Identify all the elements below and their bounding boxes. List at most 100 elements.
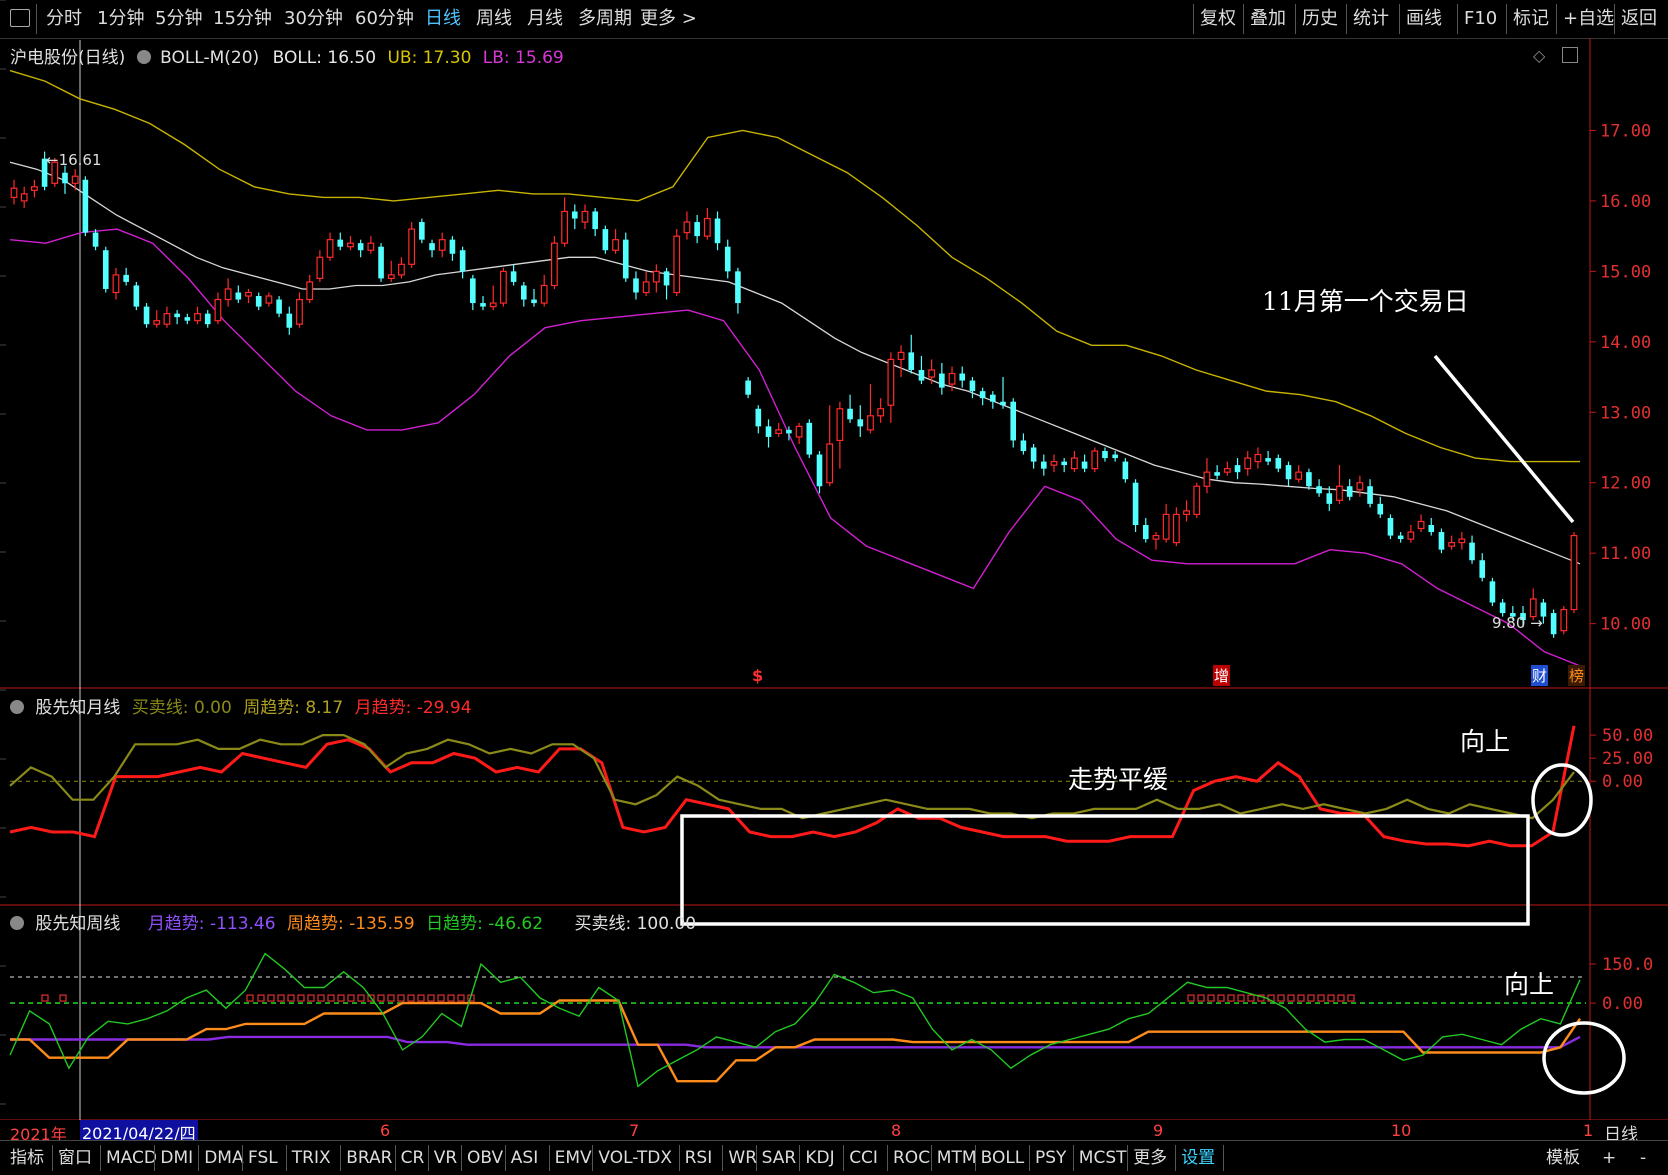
candle[interactable]: [214, 292, 222, 325]
event-marker-bang[interactable]: 榜: [1568, 665, 1586, 686]
candle[interactable]: [92, 229, 99, 251]
candle[interactable]: [939, 362, 945, 395]
candle[interactable]: [581, 204, 589, 230]
diamond-icon[interactable]: ◇: [1533, 46, 1545, 65]
candle[interactable]: [102, 246, 109, 293]
candle[interactable]: [1070, 451, 1078, 473]
settings-gear-icon[interactable]: [10, 700, 24, 714]
indicator-tab-9[interactable]: VR: [434, 1144, 457, 1172]
candle[interactable]: [979, 387, 986, 406]
candle[interactable]: [1356, 475, 1364, 497]
candle[interactable]: [387, 260, 395, 282]
candle[interactable]: [1407, 525, 1415, 543]
candle[interactable]: [1020, 433, 1027, 455]
candle[interactable]: [510, 264, 517, 286]
indicator-tab-12[interactable]: EMV: [555, 1144, 592, 1172]
candle[interactable]: [1336, 465, 1343, 504]
candle[interactable]: [1203, 458, 1211, 494]
candle[interactable]: [673, 229, 681, 297]
candle[interactable]: [877, 398, 885, 423]
indicator-tab-3[interactable]: DMI: [160, 1144, 193, 1172]
candle[interactable]: [30, 179, 38, 198]
candle[interactable]: [521, 281, 527, 307]
candle[interactable]: [306, 274, 314, 304]
candle[interactable]: [826, 405, 834, 487]
candle[interactable]: [755, 405, 762, 434]
candle[interactable]: [408, 222, 416, 268]
candle[interactable]: [765, 419, 772, 448]
candle[interactable]: [347, 236, 354, 251]
panel2-name[interactable]: 股先知月线: [35, 698, 120, 718]
indicator-tab-22[interactable]: PSY: [1035, 1144, 1066, 1172]
candle[interactable]: [1570, 532, 1578, 614]
candle[interactable]: [602, 225, 609, 254]
candle[interactable]: [224, 278, 232, 307]
candle[interactable]: [1469, 535, 1475, 564]
candle[interactable]: [959, 366, 966, 388]
candle[interactable]: [1041, 454, 1047, 476]
candle[interactable]: [652, 264, 660, 293]
candle[interactable]: [1081, 454, 1088, 473]
candle[interactable]: [470, 274, 476, 311]
indicator-tab-4[interactable]: DMA: [204, 1144, 243, 1172]
candle[interactable]: [1458, 532, 1466, 550]
candle[interactable]: [398, 257, 405, 279]
candle[interactable]: [1448, 535, 1456, 550]
indicator-tab-2[interactable]: MACD: [106, 1144, 157, 1172]
indicator-tab-14[interactable]: RSI: [685, 1144, 713, 1172]
candle[interactable]: [276, 296, 282, 318]
indicator-tab-5[interactable]: FSL: [248, 1144, 278, 1172]
indicator-tab-20[interactable]: MTM: [937, 1144, 977, 1172]
candle[interactable]: [235, 285, 242, 304]
candle[interactable]: [1479, 553, 1486, 582]
candle[interactable]: [806, 419, 813, 459]
candle[interactable]: [459, 246, 466, 279]
candle[interactable]: [286, 306, 293, 335]
template-control-1[interactable]: +: [1602, 1144, 1616, 1172]
candle[interactable]: [561, 197, 568, 247]
candle[interactable]: [1244, 451, 1252, 476]
candle[interactable]: [133, 281, 140, 311]
candle[interactable]: [82, 176, 89, 237]
indicator-tab-25[interactable]: 设置: [1181, 1144, 1215, 1172]
indicator-tab-17[interactable]: KDJ: [805, 1144, 834, 1172]
candle[interactable]: [1438, 528, 1445, 554]
candle[interactable]: [1142, 517, 1149, 543]
candle[interactable]: [245, 288, 252, 304]
indicator-dropdown-icon[interactable]: [136, 50, 151, 64]
candle[interactable]: [1223, 461, 1231, 476]
candle[interactable]: [255, 292, 262, 311]
candle[interactable]: [1295, 465, 1303, 483]
candle[interactable]: [622, 232, 629, 282]
candle[interactable]: [1387, 514, 1394, 540]
candle[interactable]: [745, 377, 751, 399]
candle[interactable]: [1489, 577, 1496, 607]
event-marker-cai[interactable]: 财: [1531, 665, 1549, 686]
event-marker-dollar[interactable]: $: [752, 666, 763, 685]
candle[interactable]: [1550, 609, 1557, 638]
candle[interactable]: [887, 352, 895, 423]
event-marker-zeng[interactable]: 增: [1213, 665, 1231, 686]
candle[interactable]: [1346, 479, 1353, 501]
candle[interactable]: [296, 292, 303, 328]
candle[interactable]: [265, 292, 273, 307]
indicator-tab-24[interactable]: 更多: [1133, 1144, 1167, 1172]
candle[interactable]: [918, 355, 925, 385]
candle[interactable]: [571, 204, 578, 230]
candle[interactable]: [1285, 461, 1292, 487]
candle[interactable]: [316, 250, 324, 282]
candle[interactable]: [337, 232, 344, 251]
candle[interactable]: [897, 345, 905, 378]
panel3-name[interactable]: 股先知周线: [35, 914, 120, 934]
indicator-tab-0[interactable]: 指标: [10, 1144, 44, 1172]
candle[interactable]: [204, 310, 211, 328]
indicator-tab-18[interactable]: CCI: [849, 1144, 878, 1172]
candle[interactable]: [694, 215, 700, 244]
indicator-tab-10[interactable]: OBV: [467, 1144, 503, 1172]
candle[interactable]: [163, 306, 171, 328]
candle[interactable]: [1254, 447, 1262, 469]
indicator-tab-21[interactable]: BOLL: [981, 1144, 1025, 1172]
candle[interactable]: [357, 239, 364, 258]
candle[interactable]: [1316, 479, 1322, 497]
candle[interactable]: [194, 306, 201, 325]
